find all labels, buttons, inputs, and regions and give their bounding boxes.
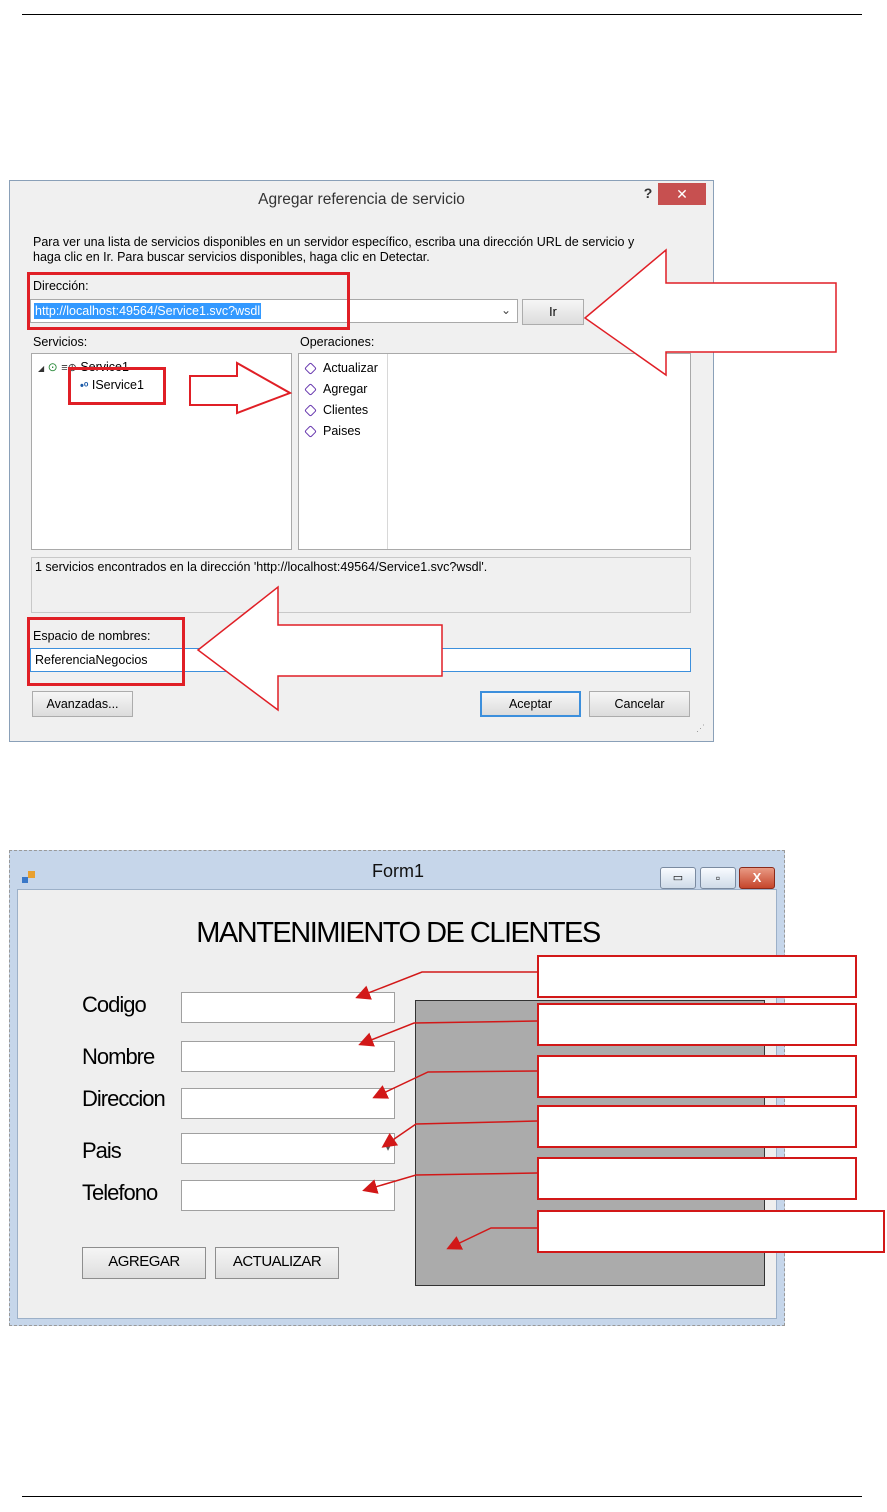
- codigo-input[interactable]: [181, 992, 395, 1023]
- label-codigo: Codigo: [82, 992, 147, 1017]
- label-pais: Pais: [82, 1138, 122, 1163]
- label-direccion: Direccion: [82, 1086, 166, 1111]
- arrow-to-go-button: [583, 248, 837, 377]
- form-heading: MANTENIMIENTO DE CLIENTES: [196, 917, 601, 949]
- callout-box: [537, 955, 857, 998]
- callout-box: [537, 1105, 857, 1148]
- callout-box: [537, 1157, 857, 1200]
- annotation-arrows: [189, 248, 837, 712]
- label-nombre: Nombre: [82, 1044, 155, 1069]
- form-close-button[interactable]: X: [739, 867, 775, 889]
- pais-combobox[interactable]: ▾: [181, 1133, 395, 1164]
- callout-box: [537, 1055, 857, 1098]
- close-icon: X: [752, 870, 762, 885]
- minimize-icon: ▭: [672, 872, 684, 884]
- callout-box: [537, 1003, 857, 1046]
- form1-client-area: MANTENIMIENTO DE CLIENTES Codigo Nombre …: [17, 889, 777, 1319]
- label-telefono: Telefono: [82, 1180, 158, 1205]
- agregar-button[interactable]: AGREGAR: [82, 1247, 206, 1279]
- actualizar-button[interactable]: ACTUALIZAR: [215, 1247, 339, 1279]
- direccion-input[interactable]: [181, 1088, 395, 1119]
- arrow-to-namespace: [196, 585, 443, 712]
- callout-box: [537, 1210, 885, 1253]
- chevron-down-icon[interactable]: ▾: [385, 1140, 391, 1154]
- minimize-button[interactable]: ▭: [660, 867, 696, 889]
- arrow-to-operations: [189, 361, 293, 415]
- nombre-input[interactable]: [181, 1041, 395, 1072]
- bottom-rule: [22, 1496, 862, 1497]
- maximize-icon: ▫: [715, 871, 721, 885]
- maximize-button[interactable]: ▫: [700, 867, 736, 889]
- telefono-input[interactable]: [181, 1180, 395, 1211]
